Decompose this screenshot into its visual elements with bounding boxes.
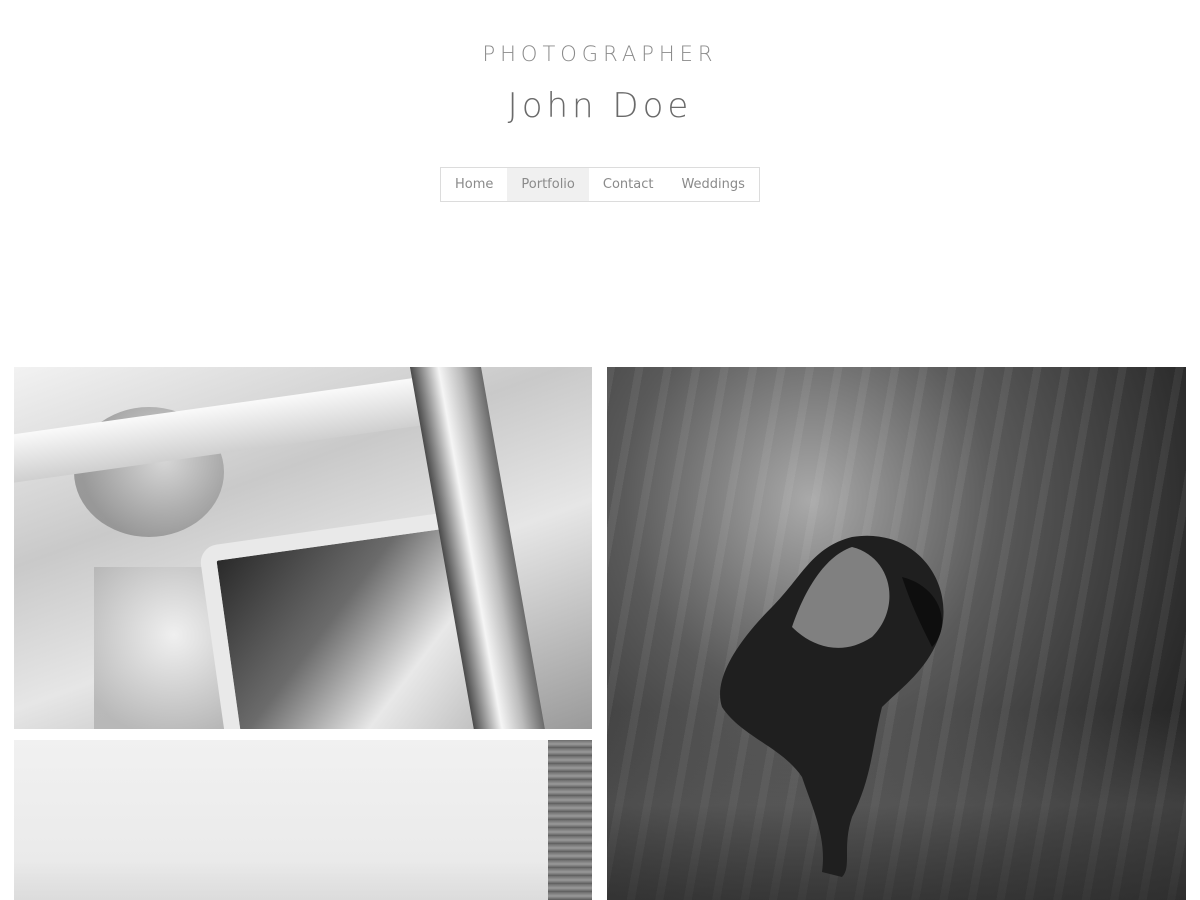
nav-contact[interactable]: Contact xyxy=(589,168,668,201)
main-nav: Home Portfolio Contact Weddings xyxy=(440,167,760,202)
wedding-car-photo[interactable] xyxy=(14,367,592,729)
nav-home[interactable]: Home xyxy=(441,168,507,201)
site-subtitle: PHOTOGRAPHER xyxy=(482,42,718,66)
nav-portfolio[interactable]: Portfolio xyxy=(507,168,589,201)
nav-weddings[interactable]: Weddings xyxy=(667,168,758,201)
underwater-photo[interactable] xyxy=(607,367,1186,900)
misty-landscape-photo[interactable] xyxy=(14,740,592,900)
fog xyxy=(14,860,592,900)
diver-silhouette xyxy=(720,535,944,877)
rock-cliff xyxy=(548,740,592,900)
site-title[interactable]: John Doe xyxy=(0,86,1200,126)
